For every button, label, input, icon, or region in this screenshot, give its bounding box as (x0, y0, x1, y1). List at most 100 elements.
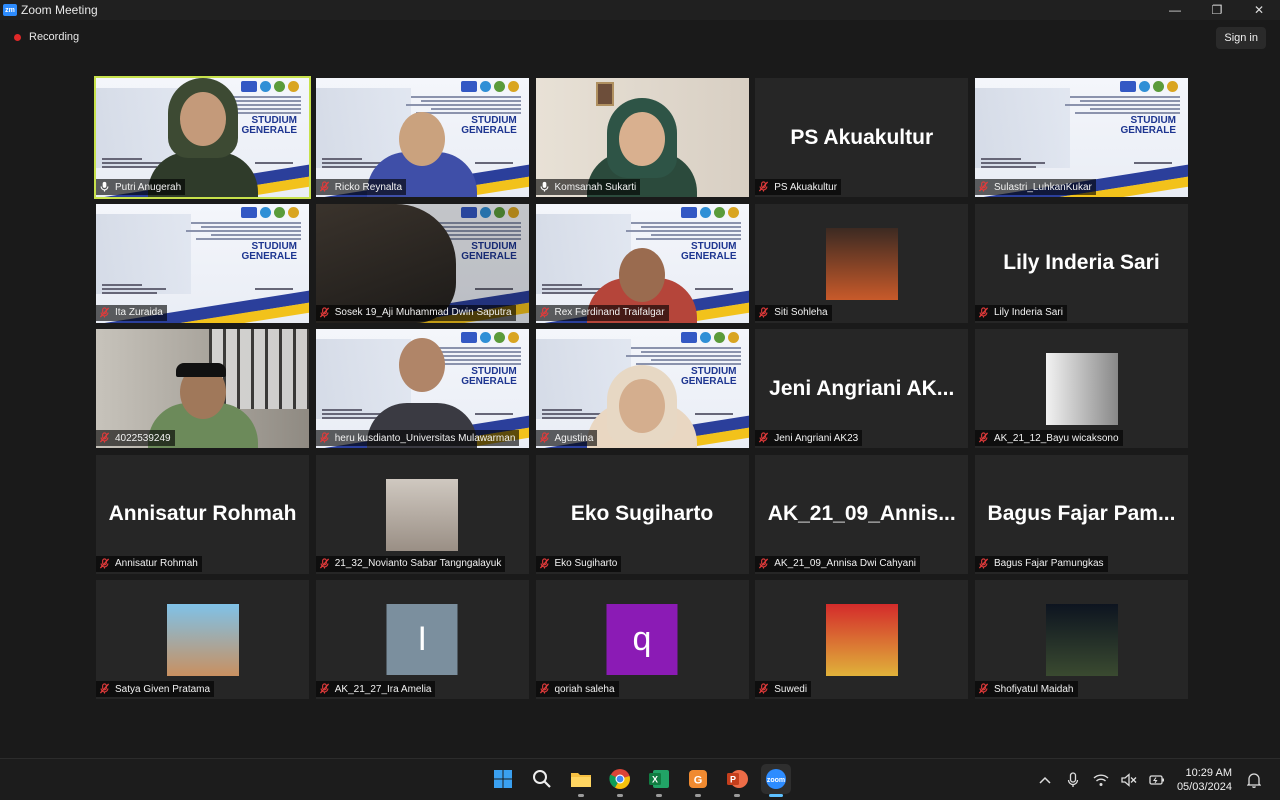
participant-tile[interactable]: Bagus Fajar Pam... Bagus Fajar Pamungkas (975, 454, 1188, 574)
participant-name-label: Sulastri_LuhkanKukar (975, 179, 1096, 195)
profile-initial: q (606, 604, 678, 675)
participant-tile[interactable]: Satya Given Pratama (96, 580, 309, 699)
participant-name: Putri Anugerah (115, 181, 182, 193)
participant-name: 21_32_Novianto Sabar Tangngalayuk (334, 558, 502, 569)
participant-tile[interactable]: 4022539249 (96, 329, 309, 448)
participant-tile[interactable]: q qoriah saleha (535, 580, 749, 699)
muted-mic-icon (978, 306, 990, 319)
file-explorer-icon[interactable] (566, 764, 596, 797)
participant-tile[interactable]: STUDIUM GENERALE Sosek 19_Aji Muhammad Dw… (315, 203, 529, 323)
participant-name: PS Akuakultur (774, 181, 838, 193)
participant-tile[interactable]: Eko Sugiharto Eko Sugiharto (535, 454, 749, 574)
participant-name: Sosek 19_Aji Muhammad Dwin Saputra (334, 307, 512, 318)
participant-name: 4022539249 (115, 432, 171, 444)
participant-name: Komsanah Sukarti (554, 181, 637, 193)
participant-tile[interactable]: Komsanah Sukarti (535, 78, 749, 197)
participant-name-label: qoriah saleha (535, 681, 619, 697)
participant-name-label: Putri Anugerah (96, 179, 186, 195)
participant-tile[interactable]: Jeni Angriani AK... Jeni Angriani AK23 (755, 329, 969, 448)
muted-mic-icon (99, 557, 111, 570)
microphone-icon[interactable] (1063, 770, 1083, 790)
participant-tile[interactable]: Shofiyatul Maidah (975, 580, 1188, 699)
wps-icon[interactable]: G (683, 764, 713, 797)
svg-text:X: X (652, 775, 658, 785)
participant-name-label: AK_21_09_Annisa Dwi Cahyani (755, 555, 921, 572)
muted-mic-icon (758, 181, 770, 193)
participant-tile[interactable]: STUDIUM GENERALE Ita Zuraida (96, 203, 309, 323)
participant-tile[interactable]: Annisatur Rohmah Annisatur Rohmah (96, 454, 309, 574)
participant-name: Bagus Fajar Pamungkas (994, 558, 1104, 569)
zoom-icon[interactable]: zoom (761, 764, 791, 797)
windows-start-icon[interactable] (488, 764, 518, 794)
participant-tile[interactable]: 21_32_Novianto Sabar Tangngalayuk (315, 454, 529, 574)
participant-tile[interactable]: AK_21_09_Annis... AK_21_09_Annisa Dwi Ca… (755, 454, 969, 574)
participant-name-label: AK_21_12_Bayu wicaksono (975, 430, 1123, 446)
zoom-app-icon: zm (3, 4, 17, 16)
muted-mic-icon (758, 683, 770, 695)
recording-indicator[interactable]: Recording (14, 31, 79, 43)
participant-name: Satya Given Pratama (115, 683, 211, 695)
close-button[interactable]: ✕ (1238, 0, 1280, 20)
window-title: Zoom Meeting (21, 3, 98, 17)
muted-mic-icon (99, 432, 111, 444)
participant-name-label: Agustina (535, 430, 598, 446)
title-bar: zm Zoom Meeting — ❐ ✕ (0, 0, 1280, 20)
svg-text:zoom: zoom (767, 777, 785, 784)
participant-name: qoriah saleha (554, 683, 615, 695)
chevron-up-icon[interactable] (1035, 770, 1055, 790)
active-speaker-icon (539, 181, 551, 193)
participant-name: AK_21_12_Bayu wicaksono (994, 432, 1119, 444)
participant-tile[interactable]: STUDIUM GENERALE Agustina (535, 329, 749, 448)
restore-button[interactable]: ❐ (1196, 0, 1238, 20)
participant-tile[interactable]: STUDIUM GENERALE heru kusdianto_Universit… (315, 329, 529, 448)
clock-date: 05/03/2024 (1176, 781, 1232, 793)
active-speaker-icon (99, 181, 111, 193)
participant-name-label: PS Akuakultur (755, 179, 842, 195)
participant-name-label: Rex Ferdinand Traifalgar (535, 304, 669, 321)
muted-mic-icon (978, 181, 990, 193)
notification-bell-icon[interactable] (1244, 770, 1264, 790)
participant-tile[interactable]: Lily Inderia Sari Lily Inderia Sari (975, 203, 1188, 323)
participant-tile[interactable]: STUDIUM GENERALE Ricko Reynalta (315, 78, 529, 197)
participant-tile[interactable]: STUDIUM GENERALE Putri Anugerah (94, 76, 311, 199)
powerpoint-icon[interactable]: P (722, 764, 752, 797)
participant-name: Ricko Reynalta (334, 181, 403, 193)
meeting-top-bar: Recording Sign in (0, 20, 1280, 58)
participant-name-label: Annisatur Rohmah (96, 555, 202, 572)
participant-tile[interactable]: STUDIUM GENERALE Sulastri_LuhkanKukar (975, 78, 1188, 197)
search-icon[interactable] (527, 764, 557, 794)
profile-initial: I (386, 604, 458, 675)
participant-tile[interactable]: I AK_21_27_Ira Amelia (315, 580, 529, 699)
minimize-button[interactable]: — (1154, 0, 1196, 20)
speaker-muted-icon[interactable] (1119, 770, 1139, 790)
participant-tile[interactable]: Suwedi (755, 580, 969, 699)
excel-icon[interactable]: X (644, 764, 674, 797)
battery-icon[interactable] (1147, 770, 1167, 790)
system-clock[interactable]: 10:29 AM 05/03/2024 (1177, 766, 1232, 794)
chrome-icon[interactable] (605, 764, 635, 797)
muted-mic-icon (539, 306, 551, 319)
participant-name: Shofiyatul Maidah (994, 683, 1074, 695)
participant-tile[interactable]: PS Akuakultur PS Akuakultur (755, 78, 969, 197)
participant-tile[interactable]: Siti Sohleha (755, 203, 969, 323)
svg-text:P: P (730, 775, 736, 785)
participant-name: AK_21_27_Ira Amelia (334, 683, 432, 695)
participant-tile[interactable]: STUDIUM GENERALE Rex Ferdinand Traifalgar (535, 203, 749, 323)
participant-name: AK_21_09_Annisa Dwi Cahyani (774, 558, 917, 569)
participant-name: Agustina (554, 432, 594, 444)
muted-mic-icon (758, 432, 770, 444)
participant-name-label: Bagus Fajar Pamungkas (975, 555, 1108, 572)
participant-gallery: STUDIUM GENERALE Putri Anugerah STUDIUM GE… (94, 76, 1188, 699)
svg-text:G: G (694, 775, 703, 787)
participant-name-label: 4022539249 (96, 430, 175, 446)
participant-name-label: Siti Sohleha (755, 304, 832, 321)
wifi-icon[interactable] (1091, 770, 1111, 790)
participant-tile[interactable]: AK_21_12_Bayu wicaksono (975, 329, 1188, 448)
muted-mic-icon (319, 306, 331, 319)
recording-label: Recording (29, 31, 80, 43)
sign-in-button[interactable]: Sign in (1216, 27, 1266, 49)
participant-name: Eko Sugiharto (554, 558, 618, 569)
profile-picture (166, 604, 239, 676)
participant-name: Ita Zuraida (115, 307, 163, 318)
muted-mic-icon (758, 557, 770, 570)
